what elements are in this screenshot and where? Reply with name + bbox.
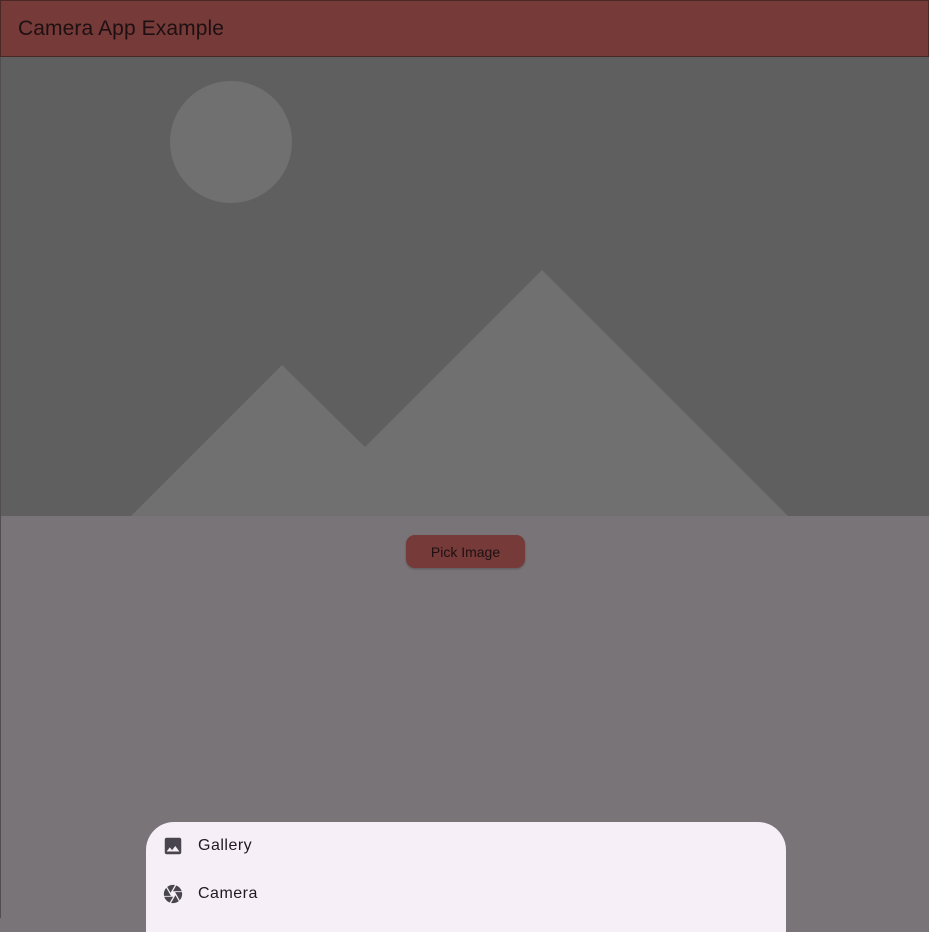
image-icon — [162, 835, 184, 857]
sheet-item-gallery[interactable]: Gallery — [146, 822, 786, 870]
app-bar: Camera App Example — [0, 0, 929, 57]
camera-aperture-icon — [162, 883, 184, 905]
placeholder-mountains — [131, 270, 788, 516]
app-title: Camera App Example — [18, 16, 225, 40]
sheet-item-label: Gallery — [198, 837, 253, 854]
sheet-item-camera[interactable]: Camera — [146, 870, 786, 918]
sheet-item-label: Camera — [198, 885, 258, 902]
pick-image-label: Pick Image — [430, 543, 501, 560]
pick-image-button[interactable]: Pick Image — [406, 535, 525, 568]
image-placeholder-icon — [131, 81, 788, 516]
bottom-sheet: Gallery Camera — [146, 822, 786, 932]
window-edge — [0, 57, 1, 918]
placeholder-sun — [170, 81, 292, 203]
image-preview — [1, 57, 929, 516]
